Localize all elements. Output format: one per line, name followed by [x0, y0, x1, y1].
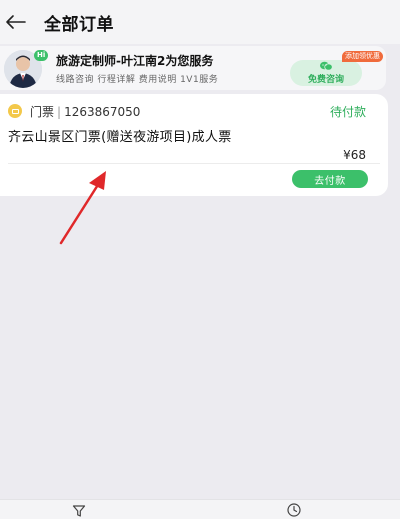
discount-tag: 添加领优惠 [342, 51, 383, 62]
back-arrow-icon [6, 15, 26, 29]
clock-icon[interactable] [286, 502, 302, 518]
consultant-card[interactable]: Hi 旅游定制师-叶江南2为您服务 线路咨询 行程详解 费用说明 1V1服务 免… [0, 46, 386, 90]
divider [8, 163, 380, 164]
consultant-services: 线路咨询 行程详解 费用说明 1V1服务 [56, 75, 219, 85]
free-consult-label: 免费咨询 [307, 75, 344, 85]
page-title: 全部订单 [44, 14, 114, 35]
hi-badge: Hi [34, 50, 49, 61]
consultant-title: 旅游定制师-叶江南2为您服务 [56, 54, 214, 68]
order-card[interactable]: 门票 | 1263867050 待付款 齐云山景区门票(赠送夜游项目)成人票 ¥68… [0, 94, 388, 196]
product-name: 齐云山景区门票(赠送夜游项目)成人票 [8, 130, 232, 145]
order-price: ¥68 [343, 148, 366, 162]
order-type-line: 门票 | 1263867050 [30, 103, 140, 120]
top-bar: 全部订单 [0, 0, 400, 44]
order-separator: | [57, 105, 62, 119]
pay-button[interactable]: 去付款 [292, 170, 368, 188]
back-button[interactable] [0, 7, 30, 37]
ticket-icon [8, 104, 22, 118]
free-consult-button[interactable]: 免费咨询 [290, 60, 362, 86]
filter-icon[interactable] [72, 504, 86, 518]
order-id: 1263867050 [64, 105, 141, 119]
order-type: 门票 [30, 105, 55, 119]
order-status: 待付款 [329, 105, 366, 119]
bottom-bar [0, 499, 400, 519]
wechat-icon [320, 61, 333, 71]
